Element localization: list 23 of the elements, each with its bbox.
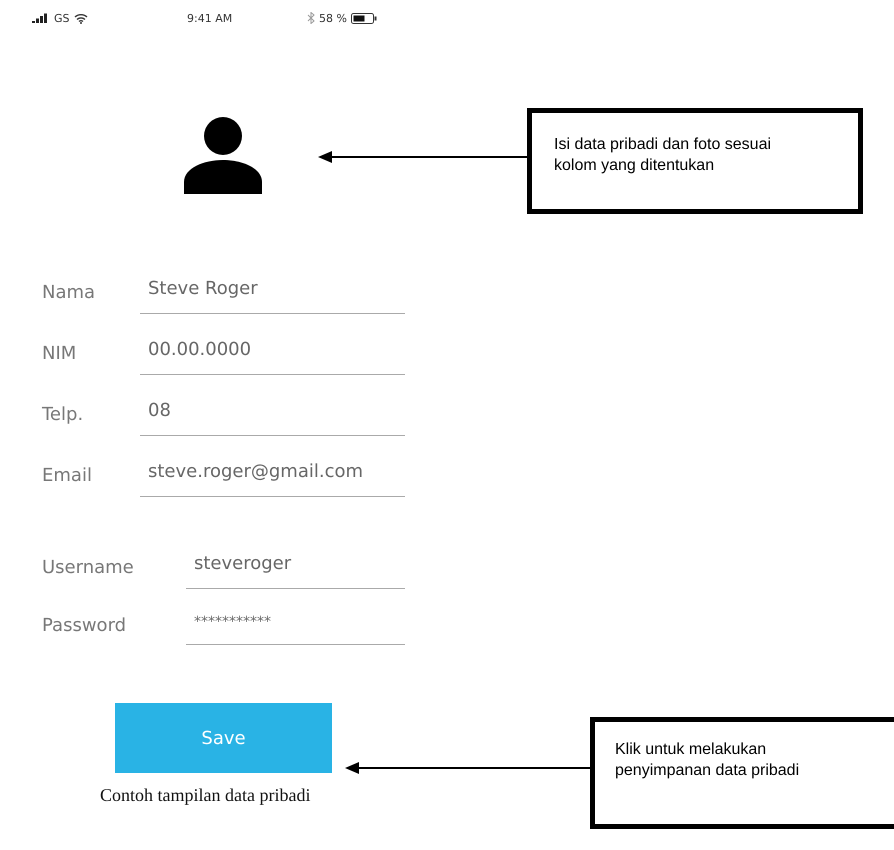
status-time: 9:41 AM — [187, 12, 232, 24]
battery-icon — [350, 12, 377, 24]
text-field[interactable]: Steve Roger — [140, 270, 405, 314]
callout-box: Isi data pribadi dan foto sesuai kolom yang ditentukan — [527, 108, 863, 214]
field-label: NIM — [42, 342, 78, 364]
caption: Contoh tampilan data pribadi — [100, 785, 312, 806]
person-icon — [184, 116, 262, 194]
text-field[interactable]: steveroger — [186, 545, 405, 589]
text-field[interactable]: steve.roger@gmail.com — [140, 453, 405, 497]
field-label: Telp. — [42, 404, 84, 424]
field-label: Password — [42, 615, 128, 636]
battery-percent: 58 % — [319, 12, 347, 24]
text-field[interactable]: 00.00.0000 — [140, 331, 405, 375]
field-label: Username — [42, 556, 135, 578]
text-field[interactable]: 08 — [140, 392, 405, 436]
bluetooth-icon — [307, 12, 315, 24]
wifi-icon — [74, 12, 88, 24]
signal-icon — [32, 13, 50, 23]
text-field[interactable]: *********** — [186, 606, 405, 645]
carrier-name: GS — [54, 12, 70, 24]
field-label: Email — [42, 464, 93, 486]
field-label: Nama — [42, 282, 96, 302]
callout-box: Klik untuk melakukan penyimpanan data pribadi — [590, 717, 894, 829]
